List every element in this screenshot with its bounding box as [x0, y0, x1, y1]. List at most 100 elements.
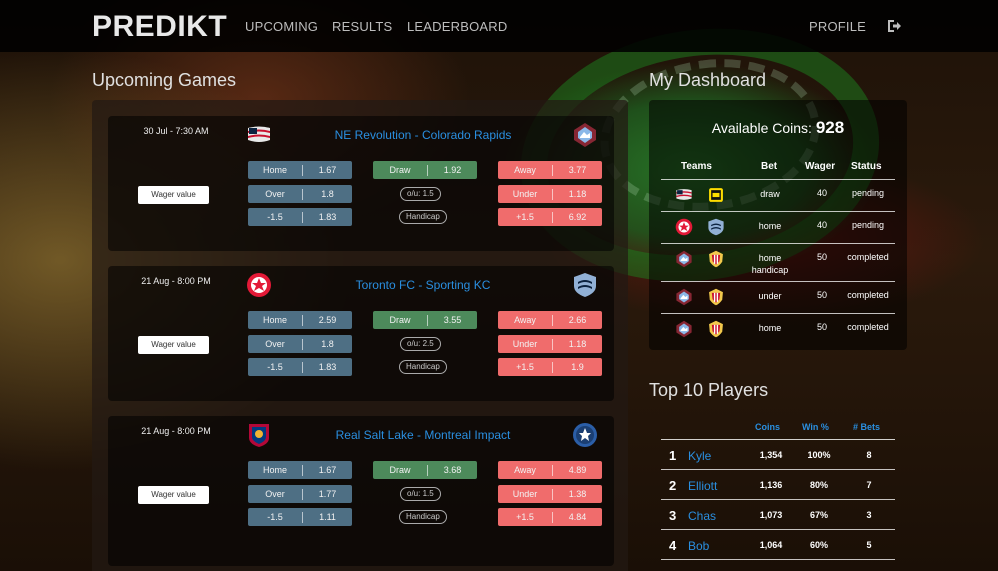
odd-value: 1.67 [318, 465, 337, 475]
odd-handicap-home-button[interactable]: -1.5 1.83 [248, 208, 352, 226]
odd-home-button[interactable]: Home 1.67 [248, 461, 352, 479]
player-name-link[interactable]: Bob [688, 539, 709, 553]
header-bets: # Bets [853, 422, 881, 432]
odd-draw-button[interactable]: Draw 3.55 [373, 311, 477, 329]
odd-value: 1.9 [571, 362, 584, 372]
odd-value: 1.92 [443, 165, 462, 175]
odd-home-button[interactable]: Home 2.59 [248, 311, 352, 329]
over-under-line: o/u: 1.5 [400, 487, 441, 501]
bet-status: completed [847, 290, 889, 300]
odd-value: 1.18 [568, 339, 587, 349]
odd-under-button[interactable]: Under 1.38 [498, 485, 602, 503]
odd-away-button[interactable]: Away 3.77 [498, 161, 602, 179]
handicap-label: Handicap [399, 510, 447, 524]
header-wager: Wager [805, 161, 836, 172]
wager-value-input[interactable]: Wager value [138, 336, 209, 354]
player-bets: 5 [866, 540, 872, 550]
nav-profile[interactable]: PROFILE [809, 19, 866, 34]
odd-handicap-away-button[interactable]: +1.5 1.9 [498, 358, 602, 376]
odd-away-button[interactable]: Away 4.89 [498, 461, 602, 479]
over-under-line: o/u: 1.5 [400, 187, 441, 201]
real-salt-lake-logo-icon [246, 422, 272, 448]
player-win-pct: 80% [809, 480, 828, 490]
over-under-line: o/u: 2.5 [400, 337, 441, 351]
player-name-link[interactable]: Elliott [688, 479, 717, 493]
odd-label: -1.5 [248, 511, 303, 523]
ne-revolution-logo-icon [246, 122, 272, 148]
nav-upcoming[interactable]: UPCOMING [245, 19, 318, 34]
wager-value-input[interactable]: Wager value [138, 486, 209, 504]
odd-label: Under [498, 488, 553, 500]
odd-value: 1.67 [318, 165, 337, 175]
odd-label: Away [498, 314, 553, 326]
bet-row: home 40 pending [661, 211, 895, 243]
bet-type: home [758, 323, 782, 333]
odd-label: Home [248, 164, 303, 176]
player-name-link[interactable]: Chas [688, 509, 716, 523]
odd-handicap-away-button[interactable]: +1.5 6.92 [498, 208, 602, 226]
odd-home-button[interactable]: Home 1.67 [248, 161, 352, 179]
bets-table-header: Teams Bet Wager Status [661, 157, 895, 179]
odd-handicap-home-button[interactable]: -1.5 1.83 [248, 358, 352, 376]
odd-label: -1.5 [248, 361, 303, 373]
player-row: 1 Kyle 1,354 100% 8 [661, 440, 895, 470]
odd-label: Draw [373, 314, 428, 326]
player-rank: 1 [669, 448, 677, 463]
odd-value: 4.84 [568, 512, 587, 522]
bet-type: home [758, 221, 782, 231]
player-rank: 2 [669, 478, 677, 493]
game-title-link[interactable]: Real Salt Lake - Montreal Impact [308, 428, 538, 442]
player-win-pct: 100% [807, 450, 831, 460]
player-coins: 1,136 [759, 480, 783, 490]
player-row: 3 Chas 1,073 67% 3 [661, 500, 895, 530]
handicap-label: Handicap [399, 360, 447, 374]
odd-value: 1.38 [568, 489, 587, 499]
odd-label: Home [248, 464, 303, 476]
handicap-label: Handicap [399, 210, 447, 224]
colorado-rapids-logo-icon [572, 122, 598, 148]
toronto-fc-logo-icon [246, 272, 272, 298]
wager-value-input[interactable]: Wager value [138, 186, 209, 204]
header-coins: Coins [755, 422, 781, 432]
odd-value: 1.11 [319, 512, 336, 522]
odd-value: 6.92 [568, 212, 587, 222]
odd-under-button[interactable]: Under 1.18 [498, 335, 602, 353]
colorado-rapids-logo-icon [675, 250, 693, 268]
odd-value: 2.66 [568, 315, 587, 325]
odd-value: 1.8 [321, 339, 334, 349]
top-players-header: Coins Win % # Bets [661, 416, 895, 440]
nav-results[interactable]: RESULTS [332, 19, 392, 34]
odd-value: 1.18 [568, 189, 587, 199]
odd-over-button[interactable]: Over 1.77 [248, 485, 352, 503]
player-name-link[interactable]: Kyle [688, 449, 711, 463]
odd-handicap-away-button[interactable]: +1.5 4.84 [498, 508, 602, 526]
player-coins: 1,073 [759, 510, 783, 520]
sporting-kc-logo-icon [707, 218, 725, 236]
odd-handicap-home-button[interactable]: -1.5 1.11 [248, 508, 352, 526]
nav-leaderboard[interactable]: LEADERBOARD [407, 19, 507, 34]
bet-row: under 50 completed [661, 281, 895, 313]
game-title-link[interactable]: Toronto FC - Sporting KC [308, 278, 538, 292]
header-bet: Bet [761, 161, 778, 172]
brand-logo[interactable]: PREDIKT [92, 10, 227, 44]
odd-value: 3.68 [443, 465, 462, 475]
ne-revolution-logo-icon [675, 186, 693, 204]
odd-over-button[interactable]: Over 1.8 [248, 185, 352, 203]
odd-label: -1.5 [248, 211, 303, 223]
chivas-usa-logo-icon [707, 320, 725, 338]
player-bets: 7 [866, 480, 872, 490]
odd-away-button[interactable]: Away 2.66 [498, 311, 602, 329]
odd-label: +1.5 [498, 361, 553, 373]
odd-under-button[interactable]: Under 1.18 [498, 185, 602, 203]
logout-icon[interactable] [886, 18, 902, 34]
game-date: 21 Aug - 8:00 PM [141, 426, 211, 436]
odd-over-button[interactable]: Over 1.8 [248, 335, 352, 353]
bet-row: home handicap 50 completed [661, 243, 895, 281]
odd-value: 3.77 [568, 165, 587, 175]
montreal-impact-logo-icon [572, 422, 598, 448]
odd-draw-button[interactable]: Draw 1.92 [373, 161, 477, 179]
odd-draw-button[interactable]: Draw 3.68 [373, 461, 477, 479]
odd-label: +1.5 [498, 511, 553, 523]
odd-label: Under [498, 338, 553, 350]
game-title-link[interactable]: NE Revolution - Colorado Rapids [308, 128, 538, 142]
